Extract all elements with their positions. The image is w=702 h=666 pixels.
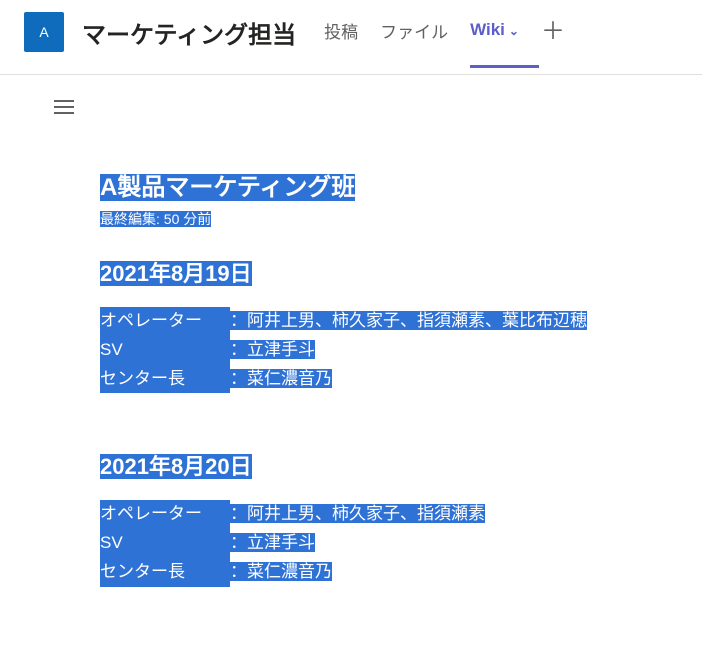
tab-wiki[interactable]: Wiki ⌄ [470,20,519,44]
row-value: ：菜仁濃音乃 [230,562,332,581]
section-heading-0[interactable]: 2021年8月19日 [100,261,252,286]
row-value: ：阿井上男、柿久家子、指須瀬素 [230,504,485,523]
row-value: ：立津手斗 [230,533,315,552]
chevron-down-icon: ⌄ [509,24,519,38]
row-label: SV [100,336,230,365]
row-value: ：菜仁濃音乃 [230,369,332,388]
channel-header: A マーケティング担当 投稿 ファイル Wiki ⌄ ＋ [0,0,702,74]
row-label: オペレーター [100,307,230,336]
last-edit: 最終編集: 50 分前 [100,211,211,227]
add-tab-button[interactable]: ＋ [541,20,565,44]
hamburger-icon[interactable] [50,96,78,118]
wiki-content: A製品マーケティング班 最終編集: 50 分前 2021年8月19日 オペレータ… [0,132,702,587]
tab-bar: 投稿 ファイル Wiki ⌄ ＋ [324,18,565,47]
row-label: オペレーター [100,500,230,529]
tab-posts[interactable]: 投稿 [324,18,358,47]
row-value: ：立津手斗 [230,340,315,359]
row-label: センター長 [100,365,230,394]
section-heading-1[interactable]: 2021年8月20日 [100,454,252,479]
wiki-toolbar [0,75,702,132]
channel-name: マーケティング担当 [82,15,296,50]
section-1-body[interactable]: オペレーター：阿井上男、柿久家子、指須瀬素 SV：立津手斗 センター長：菜仁濃音… [100,500,485,587]
row-label: SV [100,529,230,558]
tab-wiki-label: Wiki [470,20,505,39]
page-title[interactable]: A製品マーケティング班 [100,174,355,201]
row-label: センター長 [100,558,230,587]
row-value: ：阿井上男、柿久家子、指須瀬素、葉比布辺穂 [230,311,587,330]
tab-files[interactable]: ファイル [380,18,448,47]
section-0-body[interactable]: オペレーター：阿井上男、柿久家子、指須瀬素、葉比布辺穂 SV：立津手斗 センター… [100,307,587,394]
avatar: A [24,12,64,52]
